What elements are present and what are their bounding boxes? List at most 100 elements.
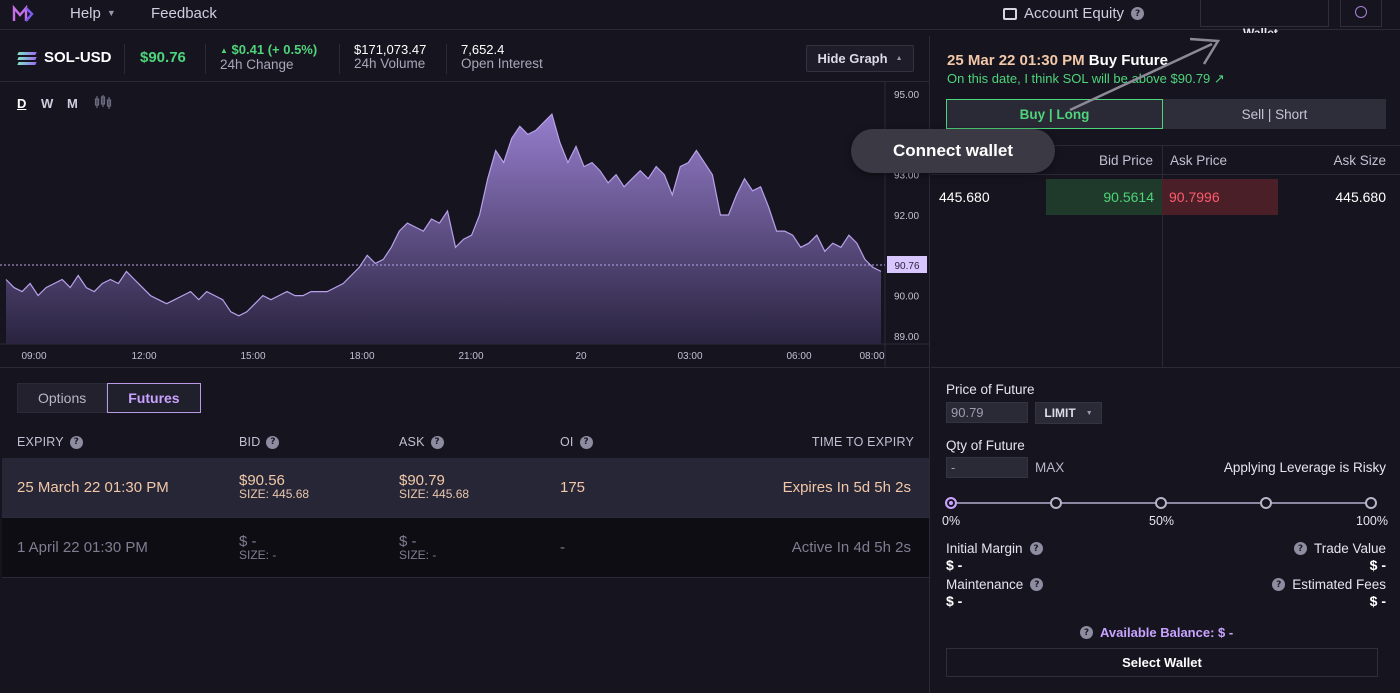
max-button[interactable]: MAX — [1035, 460, 1064, 475]
help-circle-icon[interactable]: ? — [1131, 7, 1145, 20]
timeframe-w[interactable]: W — [41, 96, 53, 111]
maintenance-value: $ - — [946, 593, 963, 609]
account-equity[interactable]: Account Equity ? — [1003, 5, 1145, 22]
wallet-button[interactable] — [1200, 0, 1329, 27]
tab-futures[interactable]: Futures — [107, 383, 201, 413]
leverage-warning: Applying Leverage is Risky — [1223, 460, 1386, 475]
price-input[interactable]: 90.79 — [946, 402, 1028, 423]
x-tick-label: 15:00 — [240, 351, 265, 362]
row-expiry: 1 April 22 01:30 PM — [17, 539, 148, 556]
ob-ask-size-header: Ask Size — [1333, 153, 1386, 168]
help-circle-icon[interactable]: ? — [1029, 542, 1043, 555]
col-bid: BID? — [239, 435, 280, 449]
feedback-link[interactable]: Feedback — [151, 5, 217, 22]
network-button[interactable] — [1340, 0, 1382, 27]
x-tick-label: 08:00 — [859, 351, 884, 362]
order-type-select[interactable]: LIMIT ▼ — [1035, 402, 1102, 424]
available-balance: ? Available Balance: $ - — [1080, 625, 1233, 640]
ob-bid-price-header: Bid Price — [1099, 153, 1154, 168]
help-circle-icon[interactable]: ? — [430, 435, 444, 449]
app-logo-icon[interactable] — [12, 5, 34, 23]
help-menu[interactable]: Help ▼ — [70, 5, 116, 22]
leverage-slider-stop[interactable] — [1260, 497, 1272, 509]
x-tick-label: 06:00 — [786, 351, 811, 362]
volume-value: $171,073.47 — [354, 42, 427, 57]
divider — [339, 44, 340, 74]
row-time-to-expiry: Expires In 5d 5h 2s — [782, 479, 911, 496]
help-circle-icon[interactable]: ? — [1030, 578, 1044, 591]
chevron-down-icon: ▼ — [106, 8, 116, 18]
row-oi: - — [560, 539, 565, 556]
timeframe-d[interactable]: D — [17, 96, 26, 111]
hide-graph-button[interactable]: Hide Graph ▲ — [806, 45, 914, 72]
y-tick-label: 92.00 — [894, 211, 919, 222]
bid-price: $90.56 — [239, 472, 285, 489]
pct-label-0: 0% — [942, 514, 961, 528]
leverage-slider-stop[interactable] — [1050, 497, 1062, 509]
market-panel: SOL-USD $90.76 ▲ $0.41 (+ 0.5%) 24h Chan… — [0, 36, 930, 693]
candlestick-icon[interactable] — [94, 95, 112, 109]
initial-margin-text: Initial Margin — [946, 541, 1023, 556]
y-tick-label: 89.00 — [894, 332, 919, 343]
row-expiry: 25 March 22 01:30 PM — [17, 479, 169, 496]
col-time-to-expiry: TIME TO EXPIRY — [812, 435, 914, 449]
row-time-to-expiry: Active In 4d 5h 2s — [791, 539, 911, 556]
help-circle-icon[interactable]: ? — [266, 435, 280, 449]
help-circle-icon[interactable]: ? — [1293, 542, 1307, 555]
help-circle-icon[interactable]: ? — [1080, 626, 1093, 639]
table-row[interactable]: 1 April 22 01:30 PM $ - SIZE: - $ - SIZE… — [2, 518, 929, 578]
qty-label: Qty of Future — [946, 438, 1025, 453]
wallet-button-label: Wallet — [1243, 26, 1278, 33]
orderbook-row[interactable]: 445.680 90.5614 90.7996 445.680 — [931, 179, 1400, 215]
help-circle-icon[interactable]: ? — [579, 435, 593, 449]
solana-icon — [17, 52, 37, 66]
divider — [124, 44, 125, 74]
table-row[interactable]: 25 March 22 01:30 PM $90.56 SIZE: 445.68… — [2, 458, 929, 518]
trade-value-label: ? Trade Value — [1293, 541, 1386, 556]
ob-ask-size: 445.680 — [1335, 189, 1386, 205]
price-label: Price of Future — [946, 382, 1035, 397]
leverage-slider-stop[interactable] — [1365, 497, 1377, 509]
maintenance-label: Maintenance? — [946, 577, 1044, 592]
ask-price: $90.79 — [399, 472, 445, 489]
col-expiry-label: EXPIRY — [17, 435, 64, 449]
divider — [931, 367, 1400, 368]
est-fees-value: $ - — [1369, 593, 1386, 609]
y-tick-label: 95.00 — [894, 90, 919, 101]
volume-label: 24h Volume — [354, 56, 426, 71]
account-equity-label: Account Equity — [1024, 5, 1125, 22]
help-label: Help — [70, 5, 101, 22]
stat-open-interest: 7,652.4 Open Interest — [461, 43, 543, 71]
row-bid: $ - SIZE: - — [239, 534, 276, 561]
help-circle-icon[interactable]: ? — [1272, 578, 1286, 591]
order-type-label: LIMIT — [1044, 406, 1076, 420]
ticker-bar: SOL-USD $90.76 ▲ $0.41 (+ 0.5%) 24h Chan… — [0, 36, 930, 82]
help-circle-icon[interactable]: ? — [69, 435, 83, 449]
col-oi: OI? — [560, 435, 593, 449]
chart-svg: 90.76 09:00 12:00 15:00 18:00 21:00 20 03:00 06… — [0, 82, 930, 368]
timeframe-m[interactable]: M — [67, 96, 78, 111]
oi-value: 7,652.4 — [461, 42, 505, 57]
x-tick-label: 21:00 — [458, 351, 483, 362]
row-ask: $ - SIZE: - — [399, 533, 436, 561]
chevron-down-icon: ▼ — [1085, 409, 1093, 417]
trade-value-value: $ - — [1369, 557, 1386, 573]
x-tick-label: 03:00 — [677, 351, 702, 362]
ask-size: SIZE: 445.68 — [399, 487, 470, 501]
qty-input[interactable]: - — [946, 457, 1028, 478]
arrow-up-icon: ▲ — [220, 46, 228, 55]
ob-ask-price-header: Ask Price — [1170, 153, 1228, 168]
select-wallet-button[interactable]: Select Wallet — [946, 648, 1378, 677]
row-ask: $90.79 SIZE: 445.68 — [399, 472, 470, 501]
initial-margin-label: Initial Margin? — [946, 541, 1043, 556]
initial-margin-value: $ - — [946, 557, 963, 573]
tab-options[interactable]: Options — [17, 383, 108, 413]
ask-price: $ - — [399, 533, 417, 550]
col-expiry: EXPIRY? — [17, 435, 83, 449]
col-oi-label: OI — [560, 435, 574, 449]
leverage-slider-stop[interactable] — [1155, 497, 1167, 509]
wallet-icon — [1003, 7, 1017, 20]
leverage-slider-handle[interactable] — [945, 497, 957, 509]
price-chart[interactable]: 90.76 09:00 12:00 15:00 18:00 21:00 20 03:00 06… — [0, 82, 930, 368]
x-tick-label: 20 — [575, 351, 587, 362]
